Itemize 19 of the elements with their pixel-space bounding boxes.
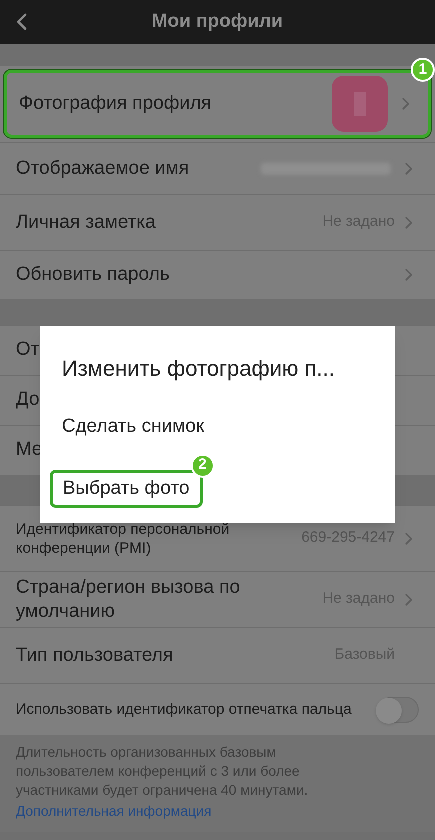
- row-label: Фотография профиля: [19, 92, 213, 116]
- callout-number: 2: [190, 454, 215, 478]
- list-row[interactable]: Отображаемое имя: [0, 142, 435, 194]
- row-label: Обновить пароль: [16, 263, 171, 287]
- row-label: До: [16, 388, 40, 412]
- row-label: Использовать идентификатор отпечатка пальца: [16, 700, 353, 719]
- list-row[interactable]: Обновить пароль: [0, 250, 435, 299]
- row-label: От: [16, 338, 40, 362]
- row-label: Отображаемое имя: [16, 156, 190, 180]
- dialog-title: Изменить фотографию п...: [62, 355, 336, 383]
- toggle-switch[interactable]: [379, 696, 419, 722]
- row-label: Личная заметка: [16, 210, 157, 234]
- callout-number: 1: [411, 58, 435, 82]
- row-label: Тип пользователя: [16, 644, 174, 668]
- row-label: Страна/регион вызова по умолчанию: [16, 576, 242, 624]
- dialog-option[interactable]: Выбрать фото: [50, 470, 203, 508]
- row-label: Идентификатор персональной конференции (PMI): [16, 520, 231, 558]
- dialog-option[interactable]: Сделать снимок: [62, 413, 204, 442]
- header-title: Мои профили: [150, 10, 284, 34]
